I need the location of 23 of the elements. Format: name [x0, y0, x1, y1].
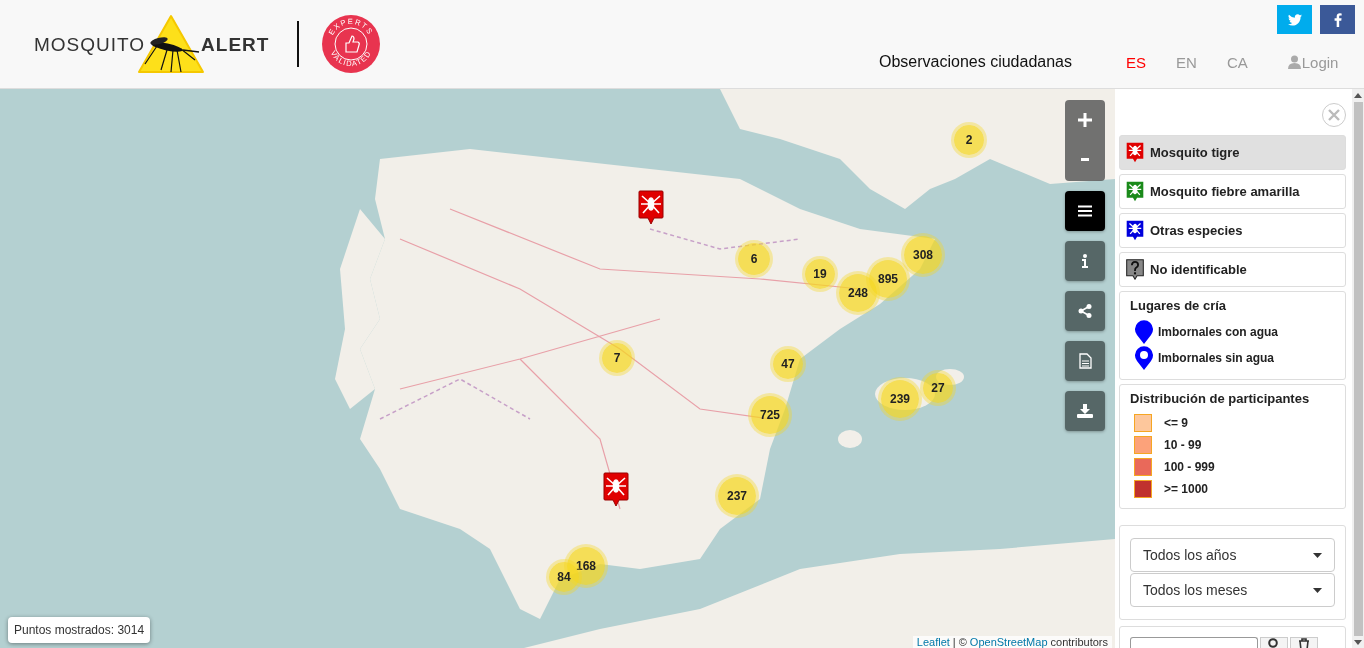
page-title: Observaciones ciudadanas [879, 53, 1072, 71]
legend-label: 100 - 999 [1164, 460, 1215, 474]
leaflet-link[interactable]: Leaflet [916, 636, 950, 648]
legend-label: Imbornales sin agua [1158, 351, 1275, 365]
attribution-text: | © [952, 636, 967, 648]
legend-title: Distribución de participantes [1130, 391, 1311, 406]
legend-label: Imbornales con agua [1158, 325, 1279, 339]
openstreetmap-link[interactable]: OpenStreetMap [969, 636, 1048, 648]
species-filter-item[interactable]: No identificable [1119, 252, 1346, 287]
logo-text: ALERT [201, 34, 270, 54]
legend-label: 10 - 99 [1164, 438, 1202, 452]
points-count-label: Puntos mostrados: 3014 [8, 617, 151, 643]
species-filter-item[interactable]: Otras especies [1119, 213, 1346, 248]
legend-title: Lugares de cría [1130, 298, 1228, 313]
logo-text: MOSQUITO [34, 34, 146, 54]
language-link[interactable]: ES [1126, 53, 1147, 71]
attribution-text: contributors [1050, 636, 1108, 648]
species-filter-item[interactable]: Mosquito tigre [1119, 135, 1346, 170]
dropdown[interactable]: Todos los años [1130, 538, 1335, 572]
legend-label: >= 1000 [1164, 482, 1209, 496]
dropdown[interactable]: Todos los meses [1130, 573, 1335, 607]
species-filter-item[interactable]: Mosquito fiebre amarilla [1119, 174, 1346, 209]
legend-label: <= 9 [1164, 416, 1189, 430]
